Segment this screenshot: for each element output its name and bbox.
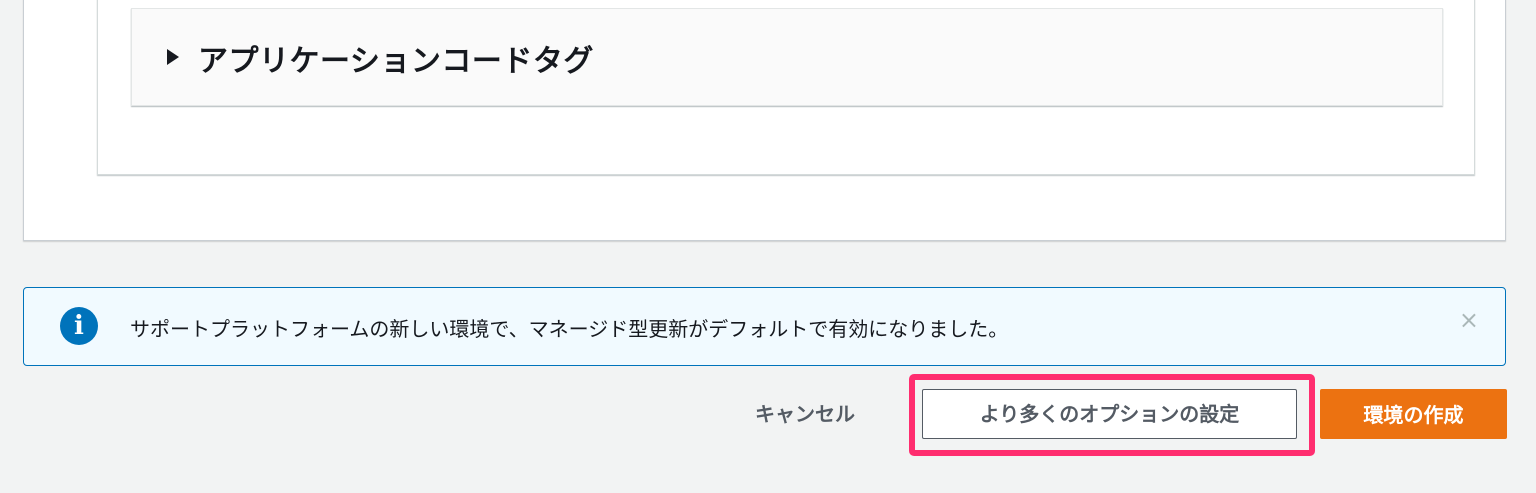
- expandable-section-title[interactable]: アプリケーションコードタグ: [198, 36, 594, 80]
- info-banner-message: サポートプラットフォームの新しい環境で、マネージド型更新がデフォルトで有効になり…: [130, 317, 1009, 341]
- inner-container: アプリケーションコードタグ: [97, 0, 1475, 175]
- info-flash-banner: i サポートプラットフォームの新しい環境で、マネージド型更新がデフォルトで有効に…: [23, 287, 1506, 366]
- close-icon[interactable]: ×: [1459, 306, 1479, 334]
- caret-right-icon[interactable]: [167, 49, 179, 65]
- settings-panel: アプリケーションコードタグ: [23, 0, 1506, 241]
- expandable-section-app-code-tags[interactable]: アプリケーションコードタグ: [131, 8, 1443, 106]
- create-environment-button[interactable]: 環境の作成: [1320, 389, 1507, 439]
- info-icon: i: [60, 307, 98, 345]
- cancel-button[interactable]: キャンセル: [735, 390, 875, 436]
- more-options-button[interactable]: より多くのオプションの設定: [922, 389, 1297, 439]
